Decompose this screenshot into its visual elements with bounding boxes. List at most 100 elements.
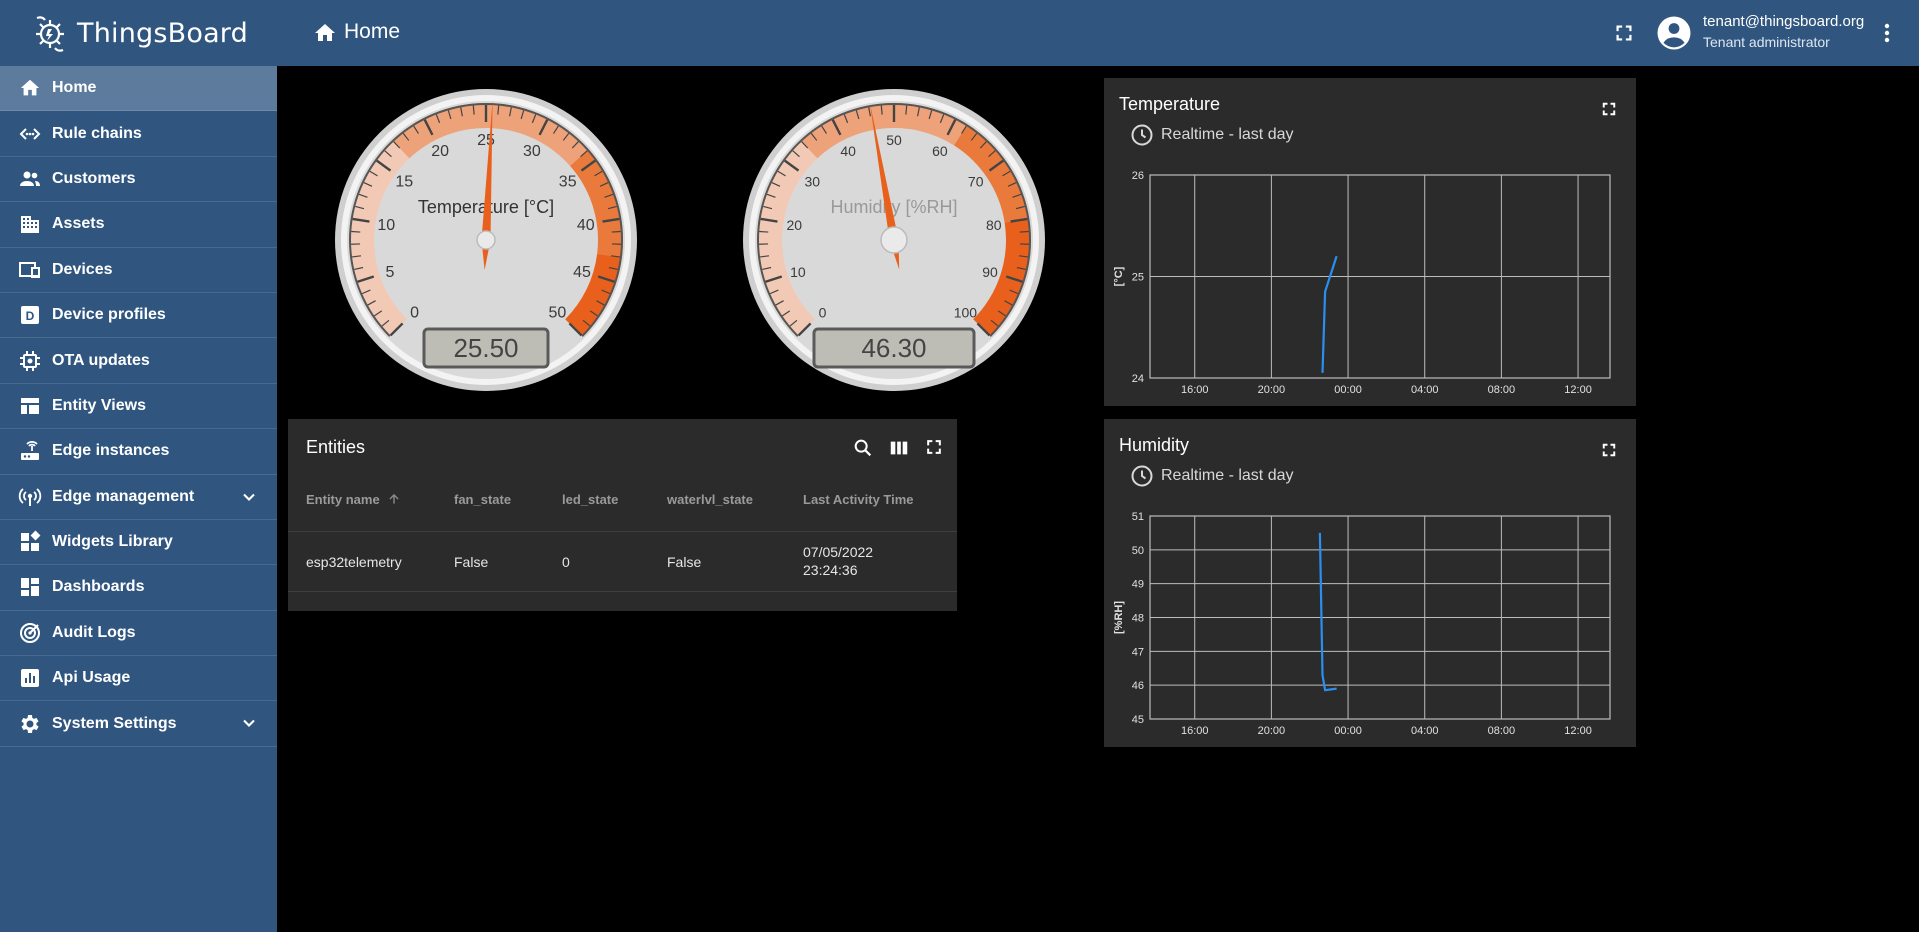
temperature-chart-widget: Temperature Realtime - last day 16:00 20:… bbox=[1104, 78, 1636, 406]
gauge-minor-tick bbox=[1019, 230, 1029, 233]
customers-icon bbox=[18, 167, 42, 191]
y-tick-label: 47 bbox=[1132, 646, 1144, 658]
table-row[interactable]: esp32telemetry False 0 False 07/05/2022 … bbox=[288, 532, 957, 591]
column-header-label: Entity name bbox=[306, 492, 380, 507]
gauge-tick-label: 50 bbox=[549, 304, 567, 321]
x-tick-label: 04:00 bbox=[1411, 725, 1439, 737]
device-profile-icon: D bbox=[18, 303, 42, 327]
columns-icon[interactable] bbox=[888, 437, 910, 464]
gauge-minor-tick bbox=[611, 230, 621, 233]
sidebar-item-label: Edge instances bbox=[52, 442, 170, 460]
y-tick-label: 50 bbox=[1132, 545, 1144, 557]
gauge-minor-tick bbox=[759, 230, 769, 233]
app-name: ThingsBoard bbox=[77, 17, 248, 49]
sidebar-item-label: Customers bbox=[52, 169, 136, 187]
gauge-tick-label: 40 bbox=[840, 143, 856, 159]
api-usage-icon bbox=[18, 666, 42, 690]
gauge-tick-label: 50 bbox=[886, 132, 902, 148]
gauge-minor-tick bbox=[472, 105, 475, 115]
dashboards-icon bbox=[18, 575, 42, 599]
entities-title: Entities bbox=[306, 437, 366, 457]
x-tick-label: 00:00 bbox=[1334, 725, 1362, 737]
user-email[interactable]: tenant@thingsboard.org bbox=[1703, 13, 1864, 30]
y-tick-label: 26 bbox=[1132, 170, 1144, 182]
series-line bbox=[1321, 255, 1338, 373]
gauge-minor-tick bbox=[497, 105, 500, 115]
gauge-needle-hub bbox=[476, 230, 496, 250]
column-header-waterlvl-state[interactable]: waterlvl_state bbox=[667, 492, 753, 507]
sidebar-item-edge-management[interactable]: Edge management bbox=[0, 475, 277, 520]
gauge-tick-label: 25 bbox=[477, 132, 495, 149]
gauge-title: Humidity [%RH] bbox=[830, 197, 957, 217]
x-tick-label: 08:00 bbox=[1488, 384, 1516, 396]
search-icon[interactable] bbox=[852, 437, 874, 464]
gauge-tick-label: 30 bbox=[805, 174, 821, 190]
sidebar-item-rule-chains[interactable]: Rule chains bbox=[0, 111, 277, 157]
fullscreen-icon[interactable] bbox=[924, 437, 944, 462]
sidebar-item-audit-logs[interactable]: Audit Logs bbox=[0, 611, 277, 657]
humidity-chart-widget: Humidity Realtime - last day 16:00 20:00 0… bbox=[1104, 419, 1636, 747]
audit-logs-icon bbox=[18, 621, 42, 645]
gauge-tick-label: 45 bbox=[573, 264, 591, 281]
sidebar-item-dashboards[interactable]: Dashboards bbox=[0, 565, 277, 611]
sidebar-item-widgets-library[interactable]: Widgets Library bbox=[0, 520, 277, 566]
x-tick-label: 00:00 bbox=[1334, 384, 1362, 396]
column-header-fan-state[interactable]: fan_state bbox=[454, 492, 511, 507]
fullscreen-icon[interactable] bbox=[1613, 22, 1635, 49]
sidebar-item-api-usage[interactable]: Api Usage bbox=[0, 656, 277, 702]
temperature-gauge: 0 5 10 15 20 25 30 35 40 45 50 Temperature [°C] 25.5… bbox=[333, 87, 639, 398]
entities-widget: Entities Entity name fan_state led_state… bbox=[288, 419, 957, 611]
chevron-down-icon[interactable] bbox=[239, 713, 259, 738]
thingsboard-logo-icon bbox=[36, 16, 64, 52]
assets-icon bbox=[18, 212, 42, 236]
gauge-tick-label: 30 bbox=[523, 143, 541, 160]
gauge-tick-label: 70 bbox=[968, 174, 984, 190]
sidebar-item-label: OTA updates bbox=[52, 351, 150, 369]
gauge-tick-label: 5 bbox=[385, 264, 394, 281]
chevron-down-icon[interactable] bbox=[239, 487, 259, 512]
gauge-tick-label: 20 bbox=[786, 217, 802, 233]
sidebar-item-device-profiles[interactable]: D Device profiles bbox=[0, 293, 277, 339]
sidebar-item-system-settings[interactable]: System Settings bbox=[0, 701, 277, 747]
widgets-icon bbox=[18, 530, 42, 554]
sidebar-item-devices[interactable]: Devices bbox=[0, 248, 277, 293]
sidebar-item-ota-updates[interactable]: OTA updates bbox=[0, 338, 277, 384]
temperature-line-chart: 16:00 20:00 00:00 04:00 08:00 12:00 24 25 26 [°C] bbox=[1113, 170, 1611, 396]
sort-arrow-up-icon[interactable] bbox=[387, 492, 401, 507]
sidebar-item-label: Home bbox=[52, 79, 97, 97]
sidebar-item-customers[interactable]: Customers bbox=[0, 157, 277, 203]
x-tick-label: 16:00 bbox=[1181, 384, 1209, 396]
y-tick-label: 46 bbox=[1132, 680, 1144, 692]
gauge-tick-label: 20 bbox=[431, 143, 449, 160]
sidebar-item-label: Devices bbox=[52, 260, 113, 278]
y-axis-label: [°C] bbox=[1113, 266, 1125, 286]
sidebar-item-label: Entity Views bbox=[52, 396, 146, 414]
column-header-last-activity[interactable]: Last Activity Time bbox=[803, 492, 914, 507]
top-bar: Home tenant@thingsboard.org Tenant admin… bbox=[277, 0, 1919, 66]
entity-views-icon bbox=[18, 394, 42, 418]
gauge-tick-label: 0 bbox=[819, 304, 827, 320]
sidebar-item-edge-instances[interactable]: Edge instances bbox=[0, 429, 277, 475]
gauge-minor-tick bbox=[905, 105, 908, 115]
gauge-tick-label: 10 bbox=[790, 264, 806, 280]
more-vert-icon[interactable] bbox=[1875, 21, 1899, 50]
column-header-entity-name[interactable]: Entity name bbox=[306, 492, 401, 507]
sidebar-item-home[interactable]: Home bbox=[0, 66, 277, 112]
sidebar-item-assets[interactable]: Assets bbox=[0, 202, 277, 248]
x-tick-label: 04:00 bbox=[1411, 384, 1439, 396]
cell-waterlvl-state: False bbox=[667, 554, 702, 570]
gauge-tick-label: 80 bbox=[986, 217, 1002, 233]
y-tick-label: 49 bbox=[1132, 579, 1144, 591]
y-tick-label: 48 bbox=[1132, 613, 1144, 625]
page-title: Home bbox=[344, 20, 401, 43]
account-circle-icon[interactable] bbox=[1656, 15, 1692, 56]
sidebar-item-entity-views[interactable]: Entity Views bbox=[0, 384, 277, 430]
y-axis-label: [%RH] bbox=[1113, 601, 1125, 634]
cell-fan-state: False bbox=[454, 554, 489, 570]
series-line bbox=[1318, 532, 1337, 692]
devices-icon bbox=[18, 258, 42, 282]
logo[interactable]: ThingsBoard bbox=[0, 0, 277, 66]
y-tick-label: 51 bbox=[1132, 511, 1144, 523]
column-header-led-state[interactable]: led_state bbox=[562, 492, 618, 507]
y-tick-label: 24 bbox=[1132, 373, 1144, 385]
